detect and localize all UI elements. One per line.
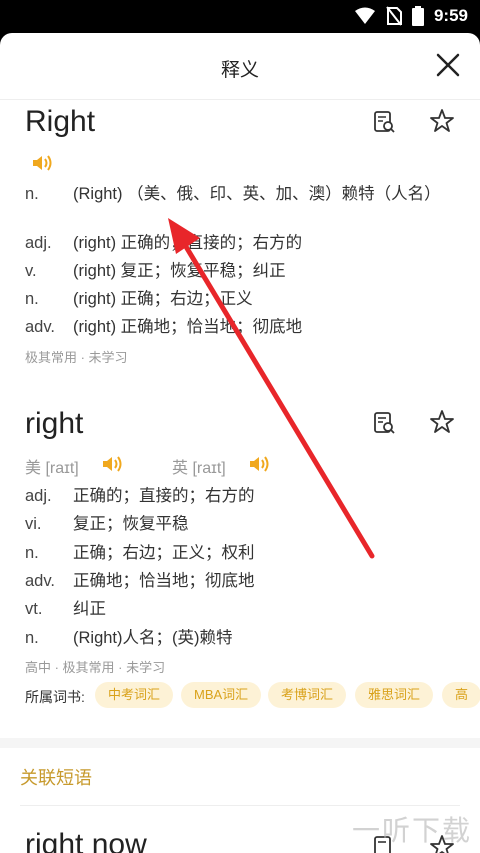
annotation-arrow: [168, 218, 375, 559]
